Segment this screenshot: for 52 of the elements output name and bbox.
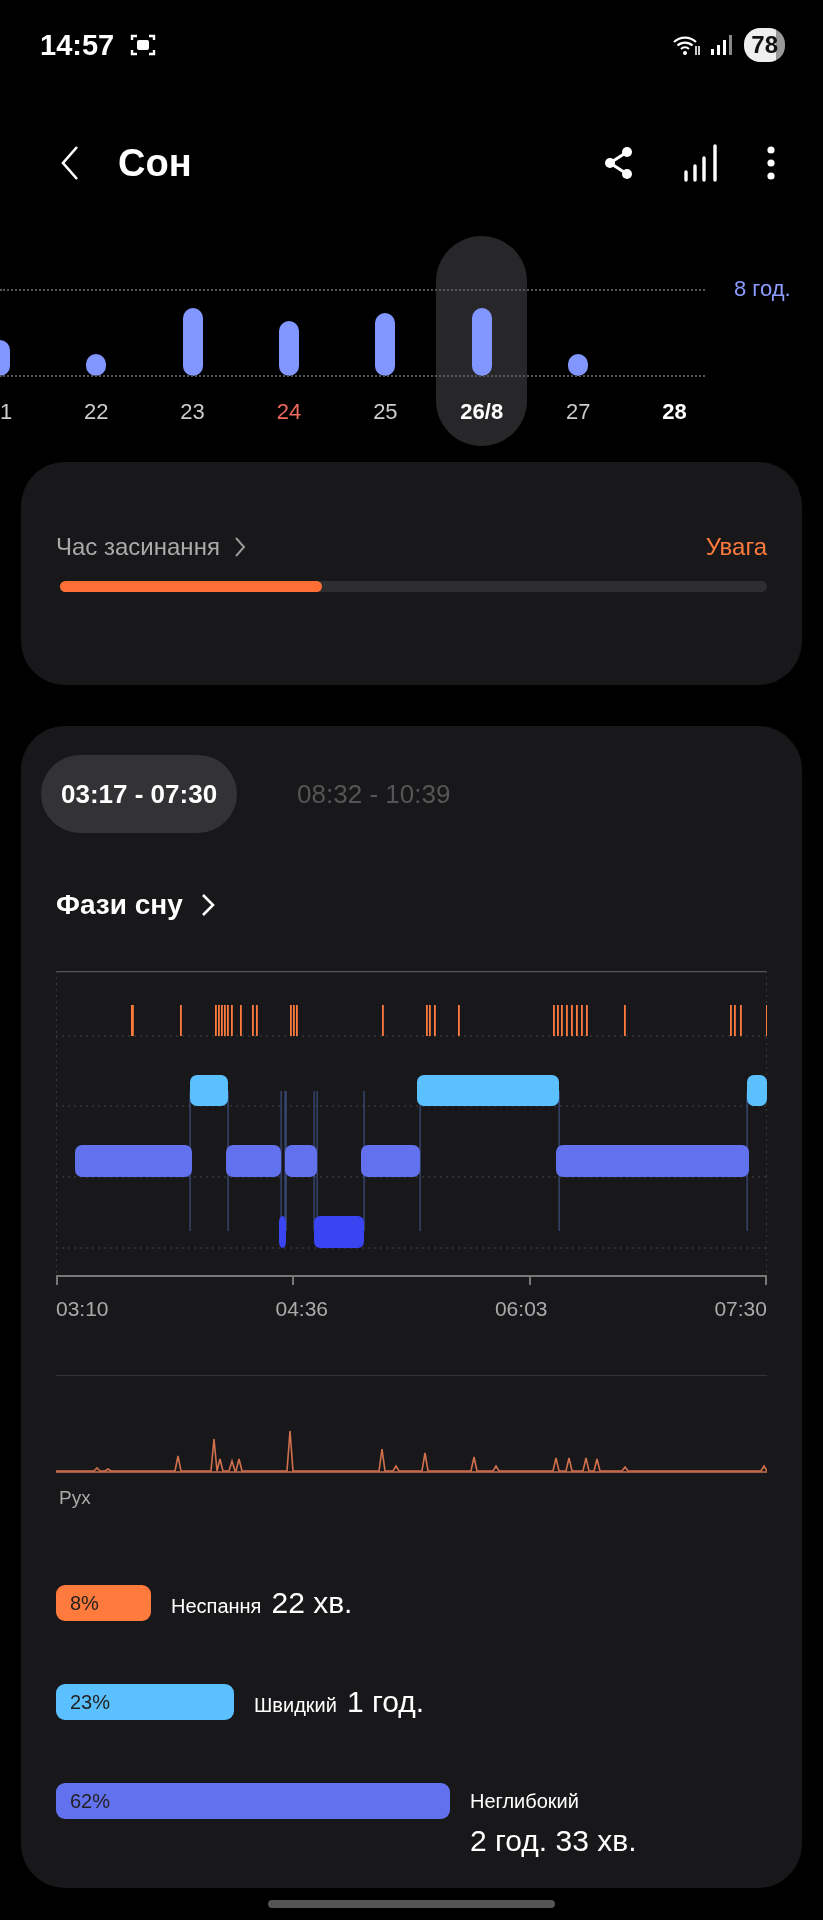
day-column[interactable]: 28 <box>626 236 723 446</box>
day-column[interactable]: 24 <box>240 236 338 446</box>
day-column[interactable]: 22 <box>48 236 145 446</box>
sleep-bar <box>375 313 396 376</box>
day-column[interactable]: 23 <box>144 236 241 446</box>
stage-duration: 2 год. 33 хв. <box>470 1823 637 1859</box>
day-label: 26/8 <box>460 399 504 425</box>
day-label: 27 <box>565 399 591 425</box>
bedtime-title[interactable]: Час засинання <box>56 533 220 561</box>
page-title: Сон <box>118 141 192 185</box>
chevron-right-icon[interactable] <box>233 536 246 558</box>
sleep-bar <box>86 354 107 376</box>
stage-name: Швидкий <box>254 1693 337 1718</box>
stages-title[interactable]: Фази сну <box>56 889 183 921</box>
day-column[interactable]: 1 <box>0 236 48 446</box>
bar-chart-icon[interactable] <box>683 144 719 182</box>
time-label: 06:03 <box>494 1297 548 1321</box>
back-icon[interactable] <box>60 145 80 181</box>
stage-name: Неспання <box>171 1594 262 1619</box>
battery-indicator: 78 <box>744 28 785 62</box>
stage-bar: 8% <box>56 1585 151 1621</box>
stage-duration: 1 год. <box>346 1684 425 1720</box>
wifi-icon <box>672 34 703 56</box>
stage-bar: 62% <box>56 1783 450 1819</box>
day-label: 28 <box>662 399 687 425</box>
day-label: 25 <box>373 399 398 425</box>
time-label: 07:30 <box>714 1297 767 1321</box>
stage-name: Неглибокий <box>470 1789 579 1814</box>
session-tab[interactable]: 03:17 - 07:30 <box>41 755 238 833</box>
stage-duration: 22 хв. <box>271 1585 353 1621</box>
goal-label: 8 год. <box>734 276 791 302</box>
day-label: 24 <box>276 399 302 425</box>
selected-day[interactable]: 26/8 <box>436 236 528 446</box>
sleep-bar <box>568 354 589 376</box>
sleep-bar <box>278 321 299 376</box>
sleep-bar <box>182 308 203 376</box>
day-column[interactable]: 25 <box>337 236 434 446</box>
share-icon[interactable] <box>603 146 635 180</box>
status-label: Увага <box>705 533 767 561</box>
status-time: 14:57 <box>40 28 115 62</box>
time-label: 03:10 <box>56 1297 109 1321</box>
screenshot-icon <box>130 33 157 57</box>
day-label: 23 <box>180 399 205 425</box>
time-label: 04:36 <box>275 1297 329 1321</box>
sleep-bar <box>471 308 492 376</box>
day-label: 1 <box>0 399 13 425</box>
movement-label: Рух <box>59 1487 92 1509</box>
day-column[interactable]: 27 <box>529 236 627 446</box>
stage-bar: 23% <box>56 1684 234 1720</box>
more-options-icon[interactable] <box>767 146 775 180</box>
day-label: 22 <box>83 399 109 425</box>
signal-icon <box>710 34 733 56</box>
